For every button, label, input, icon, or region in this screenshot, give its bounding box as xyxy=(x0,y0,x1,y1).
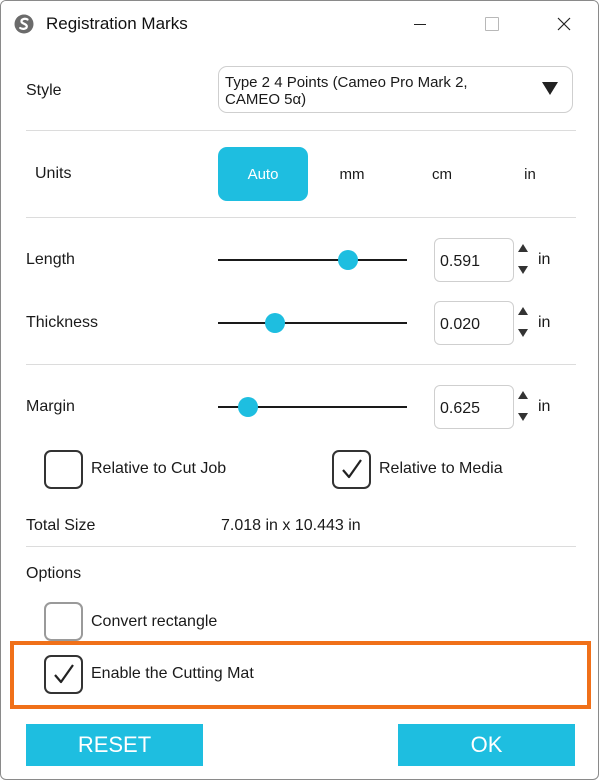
relative-to-media-checkbox[interactable] xyxy=(332,450,371,489)
total-size-label: Total Size xyxy=(26,517,96,534)
relative-to-media-label: Relative to Media xyxy=(379,460,503,477)
relative-to-cut-job-label: Relative to Cut Job xyxy=(91,460,227,477)
divider xyxy=(26,130,576,131)
style-selected-value: Type 2 4 Points (Cameo Pro Mark 2, CAMEO… xyxy=(225,74,468,108)
length-unit: in xyxy=(538,251,551,268)
title-bar: Registration Marks xyxy=(1,1,598,47)
thickness-unit: in xyxy=(538,314,551,331)
style-dropdown[interactable]: Type 2 4 Points (Cameo Pro Mark 2, CAMEO… xyxy=(218,66,573,113)
unit-cm-button[interactable]: cm xyxy=(399,147,485,201)
margin-value: 0.625 xyxy=(440,400,481,417)
total-size-value: 7.018 in x 10.443 in xyxy=(221,517,361,534)
length-slider[interactable] xyxy=(218,259,407,261)
length-decrement-icon[interactable] xyxy=(518,266,528,274)
margin-decrement-icon[interactable] xyxy=(518,413,528,421)
margin-increment-icon[interactable] xyxy=(518,391,528,399)
reset-button[interactable]: RESET xyxy=(26,724,203,766)
margin-slider-thumb[interactable] xyxy=(238,397,259,417)
margin-input[interactable]: 0.625 xyxy=(434,385,514,429)
minimize-icon xyxy=(414,23,426,25)
unit-mm-button[interactable]: mm xyxy=(309,147,395,201)
style-label: Style xyxy=(26,82,62,99)
thickness-decrement-icon[interactable] xyxy=(518,329,528,337)
checkmark-icon xyxy=(342,459,362,479)
length-increment-icon[interactable] xyxy=(518,244,528,252)
convert-rectangle-label: Convert rectangle xyxy=(91,613,218,630)
margin-unit: in xyxy=(538,398,551,415)
thickness-value: 0.020 xyxy=(440,316,481,333)
options-heading: Options xyxy=(26,565,82,582)
registration-marks-dialog: Registration Marks Style Type 2 4 Points… xyxy=(0,0,599,780)
thickness-increment-icon[interactable] xyxy=(518,307,528,315)
length-slider-thumb[interactable] xyxy=(338,250,359,270)
ok-button[interactable]: OK xyxy=(398,724,575,766)
convert-rectangle-checkbox[interactable] xyxy=(44,602,83,641)
thickness-label: Thickness xyxy=(26,314,99,331)
unit-auto-button[interactable]: Auto xyxy=(218,147,308,201)
highlight-annotation xyxy=(10,641,591,709)
window-title: Registration Marks xyxy=(46,14,188,33)
dropdown-arrow-icon xyxy=(542,82,558,95)
length-value: 0.591 xyxy=(440,253,481,270)
thickness-slider[interactable] xyxy=(218,322,407,324)
maximize-button[interactable] xyxy=(470,9,514,39)
thickness-slider-thumb[interactable] xyxy=(264,313,285,333)
divider xyxy=(26,546,576,547)
minimize-button[interactable] xyxy=(398,9,442,39)
maximize-icon xyxy=(485,17,499,31)
divider xyxy=(26,364,576,365)
relative-to-cut-job-checkbox[interactable] xyxy=(44,450,83,489)
close-button[interactable] xyxy=(542,9,586,39)
length-label: Length xyxy=(26,251,75,268)
length-input[interactable]: 0.591 xyxy=(434,238,514,282)
close-icon xyxy=(557,17,571,31)
unit-in-button[interactable]: in xyxy=(488,147,572,201)
units-label: Units xyxy=(35,165,72,182)
silhouette-logo-icon xyxy=(14,14,34,34)
margin-label: Margin xyxy=(26,398,75,415)
thickness-input[interactable]: 0.020 xyxy=(434,301,514,345)
divider xyxy=(26,217,576,218)
